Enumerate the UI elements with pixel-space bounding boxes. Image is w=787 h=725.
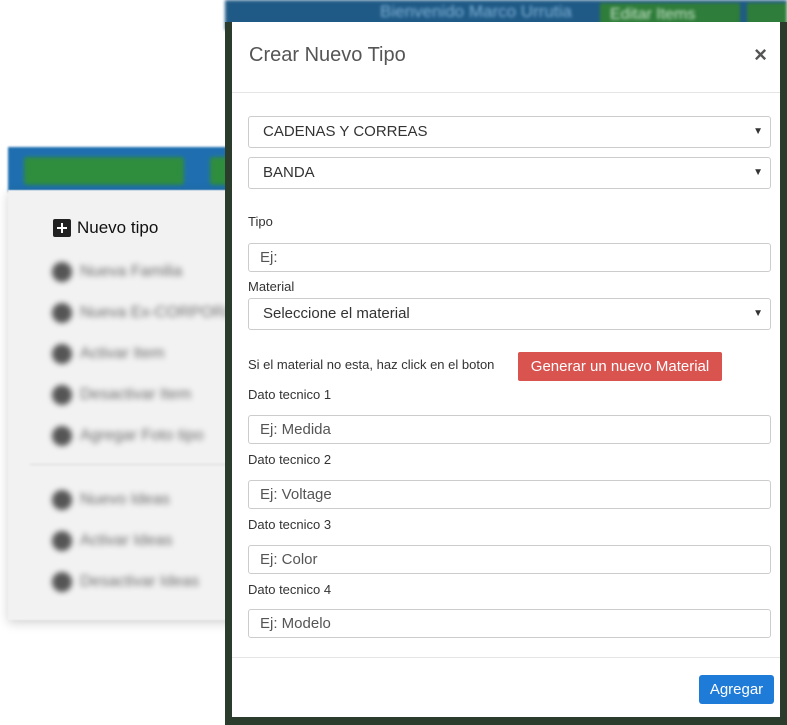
material-select-value: Seleccione el material: [263, 305, 410, 322]
close-button[interactable]: ×: [754, 43, 767, 67]
menu-item-label: Agregar Foto tipo: [80, 427, 204, 444]
tipo-input[interactable]: Ej:: [248, 243, 771, 272]
modal-header: Crear Nuevo Tipo ×: [232, 22, 780, 93]
plus-square-icon: [53, 219, 71, 237]
dato3-label: Dato tecnico 3: [248, 517, 332, 532]
menu-item-blurred: Activar Item: [52, 344, 164, 364]
menu-icon: [52, 426, 72, 446]
edit-items-button-blurred: [24, 157, 184, 185]
dato1-label: Dato tecnico 1: [248, 387, 332, 402]
menu-item-label: Desactivar Ideas: [80, 573, 200, 590]
generate-material-button[interactable]: Generar un nuevo Material: [518, 352, 722, 381]
dropdown-caret-icon: ▼: [753, 308, 763, 319]
menu-icon: [52, 262, 72, 282]
menu-item-blurred: Nueva Familia: [52, 262, 182, 282]
menu-item-blurred: Nuevo Ideas: [52, 490, 170, 510]
dropdown-caret-icon: ▼: [753, 167, 763, 178]
menu-icon: [52, 531, 72, 551]
menu-item-label: Nuevo tipo: [77, 218, 159, 237]
menu-icon: [52, 385, 72, 405]
dato4-input[interactable]: Ej: Modelo: [248, 609, 771, 638]
category-select-value: CADENAS Y CORREAS: [263, 123, 428, 140]
dato2-input[interactable]: Ej: Voltage: [248, 480, 771, 509]
menu-icon: [52, 490, 72, 510]
category-select[interactable]: CADENAS Y CORREAS ▼: [248, 116, 771, 148]
menu-item-blurred: Activar Ideas: [52, 531, 172, 551]
modal-title: Crear Nuevo Tipo: [249, 44, 406, 66]
dato1-input[interactable]: Ej: Medida: [248, 415, 771, 444]
menu-item-new-type[interactable]: Nuevo tipo: [53, 218, 158, 238]
menu-icon: [52, 572, 72, 592]
menu-icon: [52, 303, 72, 323]
dropdown-menu-panel: [8, 190, 238, 620]
background-toolbar: [8, 147, 238, 192]
dato2-label: Dato tecnico 2: [248, 452, 332, 467]
material-note: Si el material no esta, haz click en el …: [248, 357, 495, 372]
dropdown-caret-icon: ▼: [753, 126, 763, 137]
modal-footer-divider: [232, 657, 780, 658]
menu-item-label: Nuevo Ideas: [80, 491, 170, 508]
subcategory-select[interactable]: BANDA ▼: [248, 157, 771, 189]
tipo-label: Tipo: [248, 214, 273, 229]
menu-item-blurred: Desactivar Ideas: [52, 572, 199, 592]
menu-item-label: Desactivar Item: [80, 386, 192, 403]
menu-item-label: Activar Item: [80, 345, 165, 362]
menu-divider: [30, 464, 230, 465]
welcome-text: Bienvenido Marco Urrutia: [380, 2, 572, 21]
subcategory-select-value: BANDA: [263, 164, 315, 181]
menu-item-blurred: Nueva Ex-CORPORA: [52, 303, 236, 323]
dato3-input[interactable]: Ej: Color: [248, 545, 771, 574]
menu-item-blurred: Desactivar Item: [52, 385, 191, 405]
material-label: Material: [248, 279, 295, 294]
menu-item-label: Activar Ideas: [80, 532, 173, 549]
create-type-modal: Crear Nuevo Tipo × CADENAS Y CORREAS ▼ B…: [232, 22, 780, 717]
menu-item-label: Nueva Familia: [80, 263, 183, 280]
create-type-modal-backdrop: Crear Nuevo Tipo × CADENAS Y CORREAS ▼ B…: [225, 22, 787, 725]
menu-icon: [52, 344, 72, 364]
menu-item-blurred: Agregar Foto tipo: [52, 426, 204, 446]
agregar-button[interactable]: Agregar: [699, 675, 774, 704]
material-select[interactable]: Seleccione el material ▼: [248, 298, 771, 330]
menu-item-label: Nueva Ex-CORPORA: [80, 304, 236, 321]
dato4-label: Dato tecnico 4: [248, 582, 332, 597]
